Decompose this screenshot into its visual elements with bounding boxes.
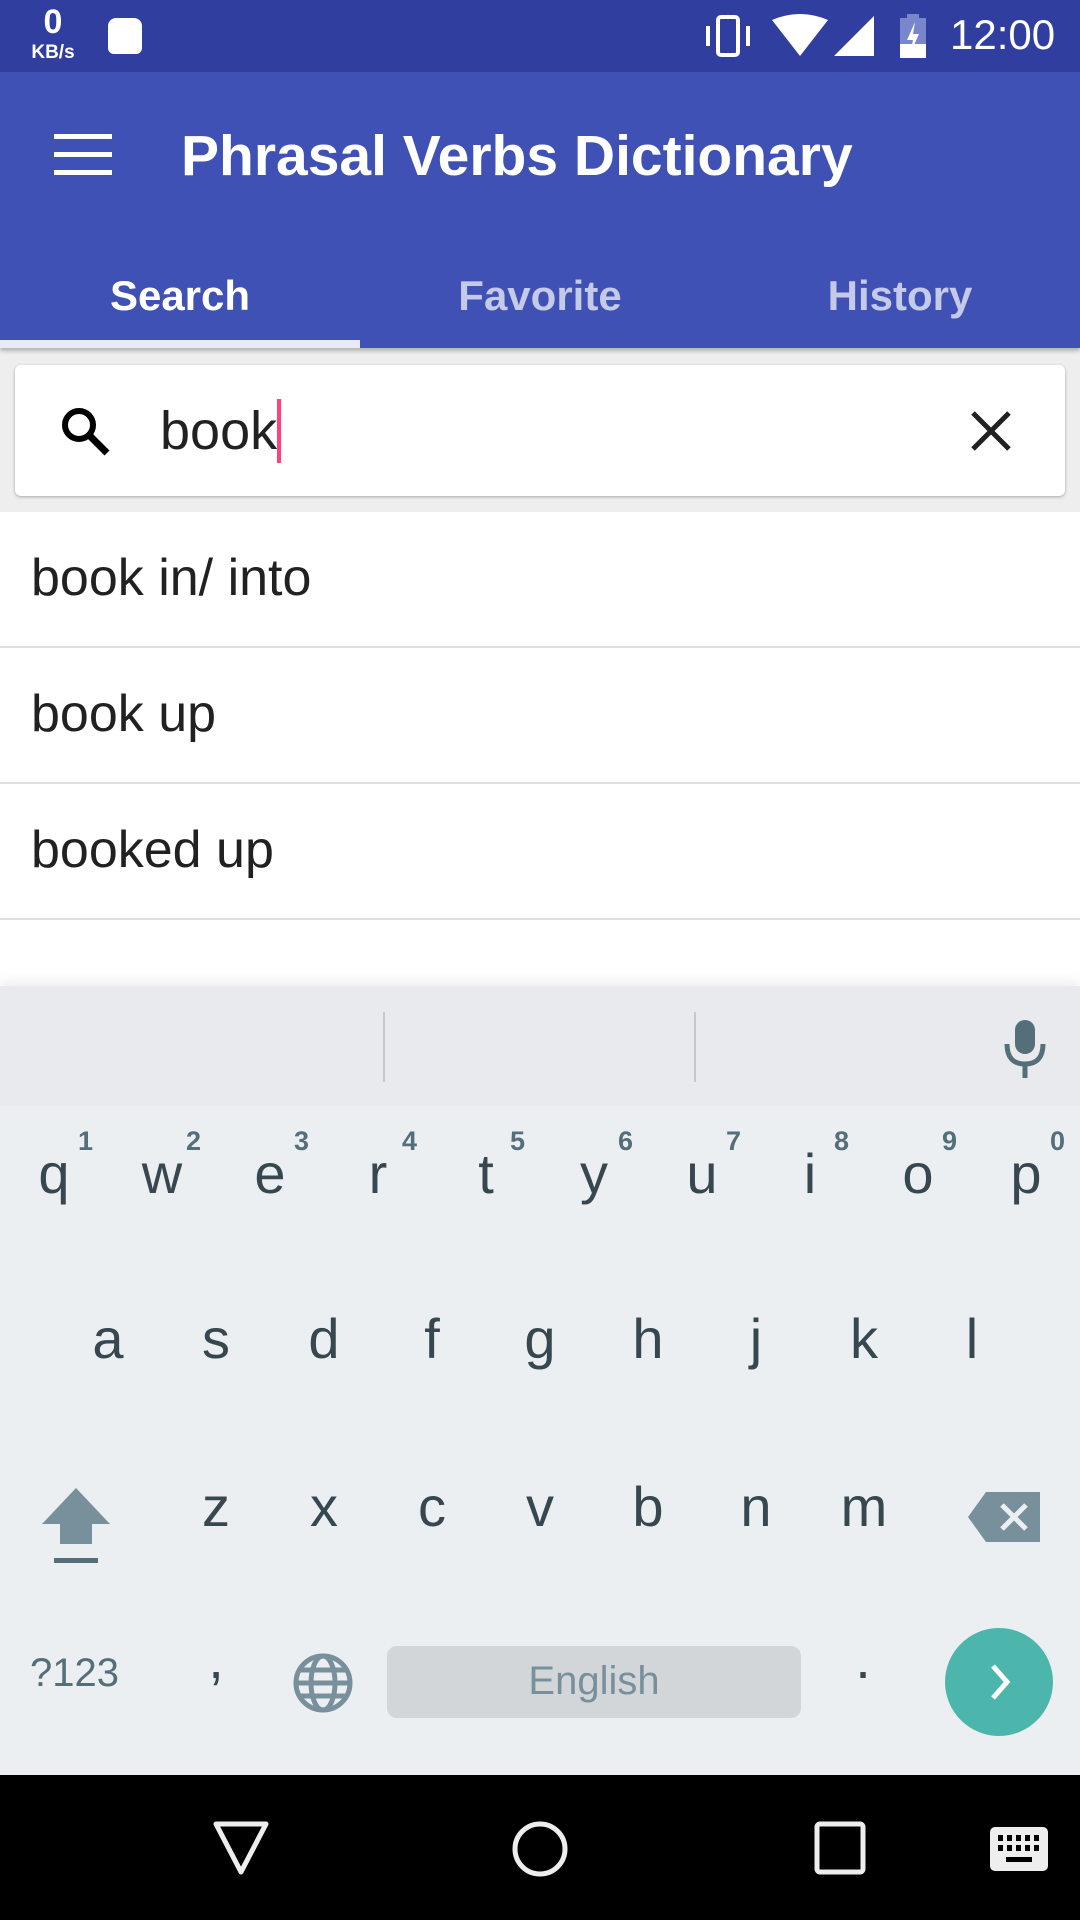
chevron-right-icon [991,1664,1011,1700]
key-c[interactable]: c [378,1474,486,1539]
space-bar[interactable]: English [387,1646,801,1718]
globe-icon[interactable] [292,1652,354,1714]
search-box[interactable]: book [15,365,1065,496]
vibrate-icon [706,15,750,57]
key-hint: 9 [942,1126,958,1156]
key-hint: 1 [78,1126,94,1156]
recents-icon[interactable] [814,1821,866,1875]
key-s[interactable]: s [162,1306,270,1371]
key-f[interactable]: f [378,1306,486,1371]
battery-charging-icon [900,14,926,58]
tab-search[interactable]: Search [0,268,360,348]
back-icon[interactable] [212,1820,270,1876]
tab-history[interactable]: History [720,268,1080,348]
key-j[interactable]: j [702,1306,810,1371]
menu-icon[interactable] [54,134,112,175]
key-g[interactable]: g [486,1306,594,1371]
key-h[interactable]: h [594,1306,702,1371]
key-n[interactable]: n [702,1474,810,1539]
comma-key[interactable]: , [162,1626,270,1691]
shift-icon[interactable] [38,1486,114,1568]
list-item[interactable]: book up [0,648,1080,784]
status-icons [706,14,874,57]
period-key[interactable]: . [809,1626,917,1691]
backspace-icon[interactable] [966,1490,1042,1544]
android-icon [108,18,142,54]
page-title: Phrasal Verbs Dictionary [181,124,853,188]
clear-icon[interactable] [969,409,1013,453]
key-m[interactable]: m [810,1474,918,1539]
home-icon[interactable] [510,1819,570,1879]
key-hint: 6 [618,1126,634,1156]
list-item[interactable]: booked up [0,784,1080,920]
wifi-icon [772,14,828,56]
symbols-key[interactable]: ?123 [30,1651,119,1696]
microphone-icon[interactable] [1000,1018,1050,1080]
key-x[interactable]: x [270,1474,378,1539]
key-v[interactable]: v [486,1474,594,1539]
list-item[interactable]: book in/ into [0,512,1080,648]
key-hint: 2 [186,1126,202,1156]
network-speed-value: 0 [43,3,63,41]
enter-button[interactable] [945,1628,1053,1736]
network-speed-unit: KB/s [31,42,75,63]
key-hint: 8 [834,1126,850,1156]
key-hint: 5 [510,1126,526,1156]
tab-favorite[interactable]: Favorite [360,268,720,348]
keyboard-switch-icon[interactable] [990,1827,1048,1871]
suggestion-strip [0,986,1080,1106]
signal-icon [834,16,874,56]
navigation-bar [0,1775,1080,1920]
status-bar: 0 KB/s 12:00 [0,0,1080,72]
search-input[interactable]: book [160,399,282,463]
key-b[interactable]: b [594,1474,702,1539]
tab-indicator [0,340,360,348]
key-hint: 7 [726,1126,742,1156]
key-hint: 4 [402,1126,418,1156]
key-d[interactable]: d [270,1306,378,1371]
keyboard: q1w2e3r4t5y6u7i8o9p0asdfghjklzxcvbnm ?12… [0,986,1080,1775]
key-k[interactable]: k [810,1306,918,1371]
key-a[interactable]: a [54,1306,162,1371]
app-bar: Phrasal Verbs Dictionary Search Favorite… [0,72,1080,348]
key-hint: 3 [294,1126,310,1156]
key-z[interactable]: z [162,1474,270,1539]
search-icon [62,408,110,456]
clock: 12:00 [950,11,1056,58]
key-hint: 0 [1050,1126,1066,1156]
key-l[interactable]: l [918,1306,1026,1371]
